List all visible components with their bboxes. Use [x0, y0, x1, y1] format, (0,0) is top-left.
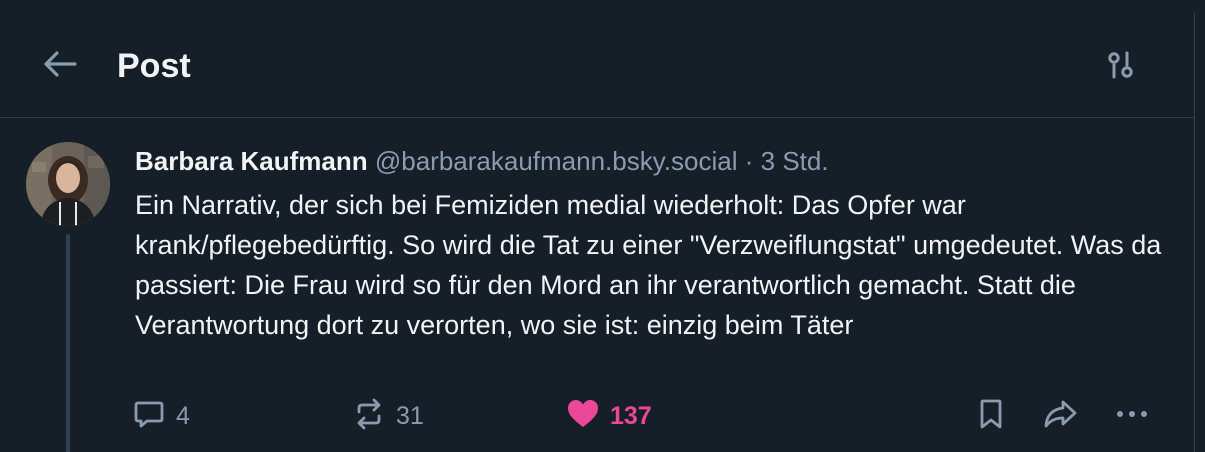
repost-button[interactable]: 31 [352, 394, 424, 438]
more-horizontal-icon [1114, 397, 1150, 436]
sliders-icon [1104, 48, 1138, 87]
back-button[interactable] [38, 46, 82, 86]
author-handle[interactable]: @barbarakaufmann.bsky.social [375, 146, 738, 176]
page-title: Post [117, 47, 191, 85]
post-screen: Post Barbara Kaufmann @barbarakaufmann.b… [0, 0, 1205, 452]
more-options-button[interactable] [1114, 394, 1150, 438]
avatar[interactable] [26, 142, 110, 226]
arrow-left-icon [40, 44, 80, 89]
post-timestamp[interactable]: 3 Std. [761, 146, 829, 176]
bookmark-icon [974, 397, 1008, 436]
post-text: Ein Narrativ, der sich bei Femiziden med… [135, 190, 1162, 340]
repost-icon [352, 397, 386, 436]
post-meta: Barbara Kaufmann @barbarakaufmann.bsky.s… [135, 143, 829, 179]
heart-filled-icon [566, 397, 600, 436]
like-button[interactable]: 137 [566, 394, 652, 438]
thread-settings-button[interactable] [1102, 48, 1140, 86]
post-actions: 4 31 137 [0, 394, 1194, 438]
reply-button[interactable]: 4 [132, 394, 190, 438]
bookmark-button[interactable] [974, 394, 1008, 438]
repost-count: 31 [396, 401, 424, 430]
column-divider [1194, 12, 1195, 452]
meta-separator: · [744, 146, 754, 176]
author-name[interactable]: Barbara Kaufmann [135, 146, 368, 176]
comment-icon [132, 397, 166, 436]
reply-count: 4 [176, 401, 190, 430]
like-count: 137 [610, 401, 652, 430]
top-bar: Post [0, 0, 1194, 118]
share-button[interactable] [1042, 394, 1078, 438]
share-arrow-icon [1042, 397, 1078, 436]
